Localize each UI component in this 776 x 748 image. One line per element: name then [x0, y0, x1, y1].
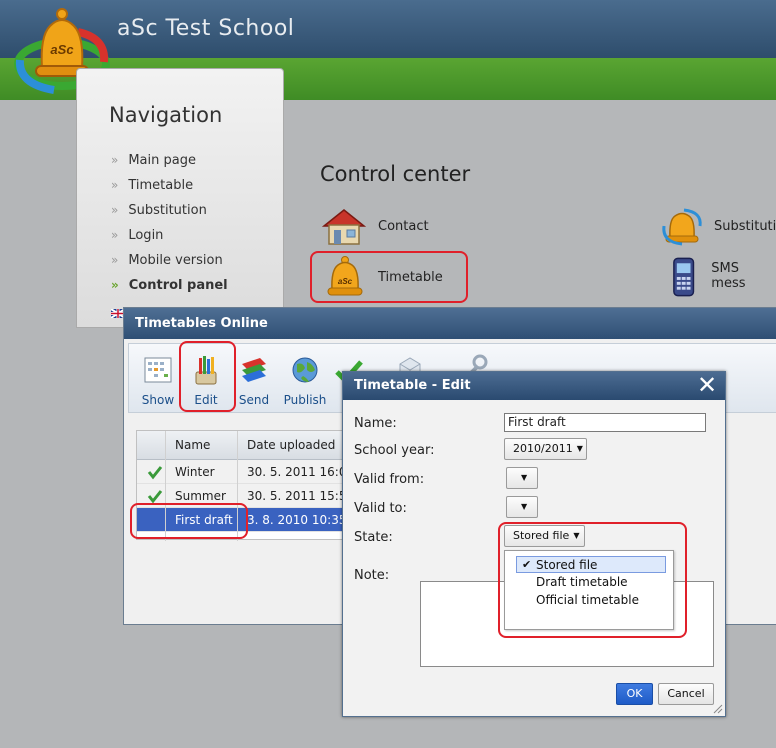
substitution-bell-icon [662, 208, 702, 246]
highlight-edit-button [179, 341, 236, 412]
chevron-down-icon: ▼ [521, 502, 528, 511]
publish-button[interactable]: Publish [279, 346, 331, 410]
chevron-icon: » [111, 253, 119, 267]
check-icon [147, 490, 163, 504]
house-icon [321, 209, 367, 245]
show-calendar-icon [144, 357, 172, 383]
note-label: Note: [354, 568, 390, 583]
check-icon [147, 466, 163, 480]
control-center-contact[interactable]: Contact [320, 206, 429, 246]
nav-item-main-page[interactable]: » Main page [111, 151, 228, 176]
grid-header: Name Date uploaded [137, 431, 365, 460]
page: aSc aSc Test School Navigation » Main pag… [0, 0, 776, 748]
name-label: Name: [354, 416, 397, 431]
contact-label: Contact [378, 218, 429, 234]
chevron-down-icon: ▼ [576, 444, 583, 453]
valid-to-dropdown[interactable]: ▼ [506, 496, 538, 518]
ok-button[interactable]: OK [616, 683, 653, 705]
site-title: aSc Test School [117, 16, 295, 41]
valid-to-label: Valid to: [354, 501, 407, 516]
chevron-icon: » [111, 278, 119, 292]
column-header-date-uploaded[interactable]: Date uploaded [247, 438, 335, 452]
dialog-title: Timetable - Edit ✕ [343, 372, 725, 400]
nav-item-substitution[interactable]: » Substitution [111, 201, 228, 226]
chevron-icon: » [111, 153, 119, 167]
substitution-label: Substituti [714, 218, 776, 234]
chevron-icon: » [111, 203, 119, 217]
books-icon [242, 358, 266, 382]
school-year-label: School year: [354, 443, 435, 458]
chevron-icon: » [111, 228, 119, 242]
resize-grip-icon[interactable] [713, 704, 723, 714]
close-icon[interactable]: ✕ [695, 373, 719, 398]
column-header-name[interactable]: Name [175, 438, 210, 452]
sms-label: SMS mess [711, 261, 746, 291]
highlight-state-menu [498, 522, 687, 638]
nav-item-login[interactable]: » Login [111, 226, 228, 251]
navigation-list: » Main page » Timetable » Substitution » Log… [111, 151, 228, 301]
cancel-button[interactable]: Cancel [658, 683, 714, 705]
globe-icon [292, 357, 318, 383]
show-button[interactable]: Show [135, 346, 181, 410]
highlight-first-draft-row [130, 503, 248, 539]
valid-from-dropdown[interactable]: ▼ [506, 467, 538, 489]
table-row[interactable]: Winter 30. 5. 2011 16:07 [137, 460, 365, 484]
timetable-edit-dialog: Timetable - Edit ✕ Name: First draft Sch… [342, 371, 726, 717]
navigation-panel: Navigation » Main page » Timetable » Substi… [76, 68, 284, 328]
chevron-down-icon: ▼ [521, 473, 528, 482]
send-button[interactable]: Send [231, 346, 277, 410]
svg-text:aSc: aSc [50, 42, 74, 57]
timetables-window-title: Timetables Online [124, 308, 776, 339]
nav-item-control-panel[interactable]: » Control panel [111, 276, 228, 301]
school-year-dropdown[interactable]: 2010/2011 ▼ [504, 438, 587, 460]
name-input[interactable]: First draft [504, 413, 706, 432]
control-center-substitution[interactable]: Substituti [660, 206, 776, 246]
highlight-timetable [310, 251, 468, 303]
nav-item-mobile-version[interactable]: » Mobile version [111, 251, 228, 276]
state-label: State: [354, 530, 393, 545]
chevron-icon: » [111, 178, 119, 192]
nav-item-timetable[interactable]: » Timetable [111, 176, 228, 201]
control-center-title: Control center [320, 162, 471, 186]
mobile-phone-icon [673, 257, 695, 297]
control-center-sms[interactable]: SMS mess [668, 254, 776, 298]
navigation-heading: Navigation [109, 103, 223, 127]
valid-from-label: Valid from: [354, 472, 425, 487]
